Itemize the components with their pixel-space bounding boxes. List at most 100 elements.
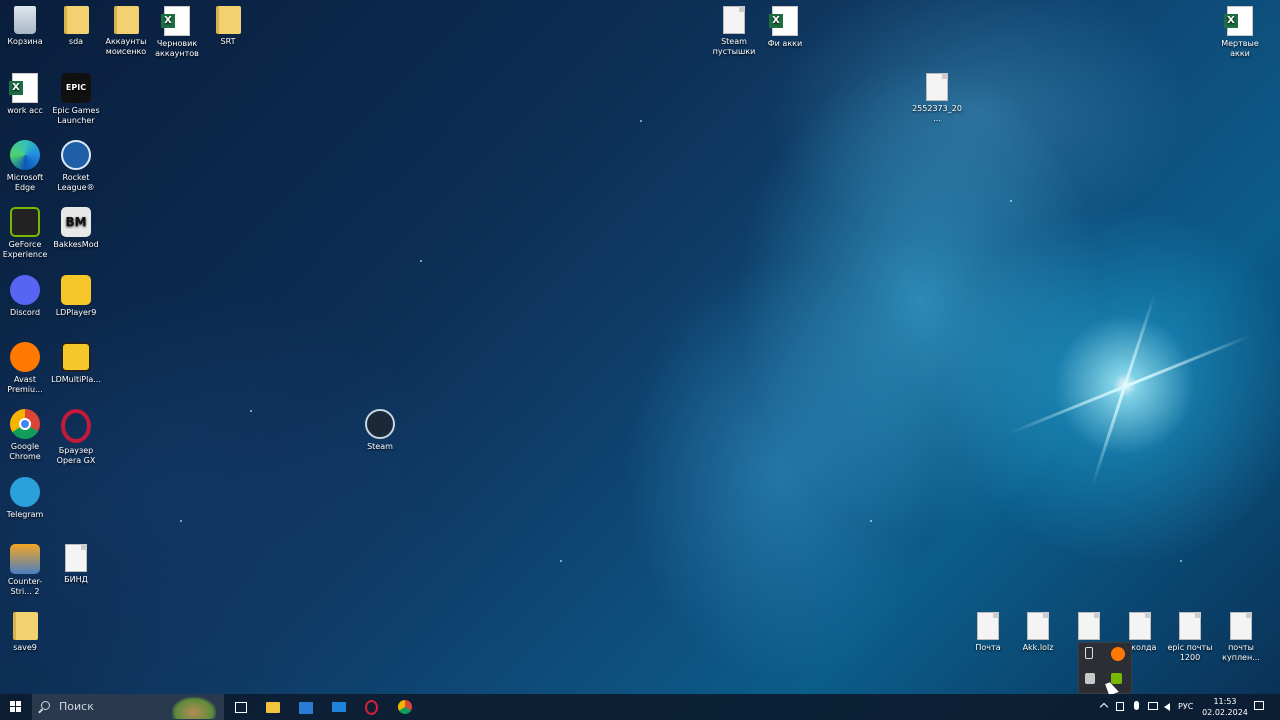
search-box[interactable]: Поиск	[32, 694, 224, 720]
desktop-icon-avast[interactable]: Avast Premiu...	[0, 342, 50, 395]
desktop-icon-dead-accs[interactable]: X Мертвые акки	[1215, 6, 1265, 59]
desktop-icon-edge[interactable]: Microsoft Edge	[0, 140, 50, 193]
document-icon	[1027, 612, 1049, 640]
document-icon	[1129, 612, 1151, 640]
excel-icon: X	[161, 6, 190, 36]
avast-icon	[10, 342, 40, 372]
star-flare	[1091, 294, 1156, 486]
desktop-icon-epic-mail[interactable]: epic почты 1200	[1165, 612, 1215, 663]
language-indicator[interactable]: РУС	[1178, 694, 1198, 720]
desktop-icon-mail-bought[interactable]: почты куплен...	[1216, 612, 1266, 663]
volume-button[interactable]	[1162, 694, 1176, 720]
volume-icon	[1164, 703, 1170, 711]
taskbar: Поиск РУС 11:53 02.02.2024	[0, 694, 1280, 720]
document-icon	[65, 544, 87, 572]
desktop-icon-ldplayer[interactable]: LDPlayer9	[51, 275, 101, 318]
telegram-icon	[10, 477, 40, 507]
epic-games-icon: EPIC	[61, 73, 91, 103]
chevron-up-icon	[1099, 702, 1109, 712]
file-explorer-icon	[266, 702, 280, 713]
start-button[interactable]	[0, 694, 32, 720]
document-icon	[926, 73, 948, 101]
chrome-icon	[398, 700, 412, 714]
geforce-icon	[10, 207, 40, 237]
opera-icon	[365, 700, 378, 715]
opera-gx-icon	[61, 409, 91, 443]
chrome-icon	[10, 409, 40, 439]
microsoft-store-button[interactable]	[290, 694, 322, 720]
usb-device-icon[interactable]	[1085, 647, 1093, 659]
desktop-icon-geforce[interactable]: GeForce Experience	[0, 207, 50, 260]
microphone-button[interactable]	[1130, 694, 1144, 720]
star-flare	[1008, 334, 1252, 435]
document-icon	[723, 6, 745, 34]
desktop-icon-bakkesmod[interactable]: BM BakkesMod	[51, 207, 101, 250]
ldplayer-icon	[61, 275, 91, 305]
task-view-icon	[235, 702, 247, 713]
tray-device-button[interactable]	[1114, 694, 1128, 720]
recycle-bin-icon	[14, 6, 36, 34]
desktop-icon-rocket-league[interactable]: Rocket League®	[51, 140, 101, 193]
document-icon	[1179, 612, 1201, 640]
folder-icon	[215, 6, 241, 34]
notification-icon	[1254, 701, 1264, 710]
desktop-icon-chrome[interactable]: Google Chrome	[0, 409, 50, 462]
ldmultiplayer-icon	[61, 342, 91, 372]
desktop-icon-ldmultiplayer[interactable]: LDMultiPla...	[51, 342, 101, 385]
device-icon	[1116, 702, 1124, 711]
desktop-icon-steam-desert[interactable]: Steam пустышки	[709, 6, 759, 57]
desktop-icon-recycle-bin[interactable]: Корзина	[0, 6, 50, 47]
document-icon	[1078, 612, 1100, 640]
show-hidden-icons-button[interactable]	[1098, 694, 1110, 720]
desktop-icon-srt[interactable]: SRT	[203, 6, 253, 47]
bakkesmod-icon: BM	[61, 207, 91, 237]
tray-overflow-flyout	[1078, 642, 1132, 694]
desktop-icon-pochta[interactable]: Почта	[963, 612, 1013, 653]
steam-icon	[365, 409, 395, 439]
folder-icon	[113, 6, 139, 34]
desktop-icon-epic-games[interactable]: EPIC Epic Games Launcher	[51, 73, 101, 126]
file-explorer-button[interactable]	[257, 694, 289, 720]
counter-strike-icon	[10, 544, 40, 574]
notifications-button[interactable]	[1250, 694, 1268, 720]
desktop-icon-accounts-moisenko[interactable]: Аккаунты моисенко	[101, 6, 151, 57]
desktop-icon-work-acc[interactable]: X work acc	[0, 73, 50, 116]
chrome-button[interactable]	[389, 694, 421, 720]
folder-icon	[12, 612, 38, 640]
desktop-icon-akk-lolz[interactable]: Akk.lolz	[1013, 612, 1063, 653]
mail-icon	[332, 702, 346, 712]
document-icon	[977, 612, 999, 640]
desktop-icon-file-2552373[interactable]: 2552373_20...	[912, 73, 962, 124]
microphone-icon	[1134, 701, 1139, 710]
search-highlight-icon	[172, 697, 216, 719]
network-button[interactable]	[1146, 694, 1160, 720]
security-tray-icon[interactable]	[1085, 673, 1095, 684]
desktop-icon-telegram[interactable]: Telegram	[0, 477, 50, 520]
desktop-icon-draft-accounts[interactable]: X Черновик аккаунтов	[152, 6, 202, 59]
desktop-icon-fi-akki[interactable]: X Фи акки	[760, 6, 810, 49]
excel-icon: X	[769, 6, 798, 36]
desktop-icon-save9[interactable]: save9	[0, 612, 50, 653]
avast-tray-icon[interactable]	[1111, 647, 1125, 661]
desktop-icon-opera-gx[interactable]: Браузер Opera GX	[51, 409, 101, 466]
task-view-button[interactable]	[224, 694, 256, 720]
search-icon	[41, 701, 50, 710]
windows-icon	[10, 701, 22, 713]
edge-icon	[10, 140, 40, 170]
network-icon	[1148, 702, 1158, 710]
document-icon	[1230, 612, 1252, 640]
rocket-league-icon	[61, 140, 91, 170]
opera-button[interactable]	[356, 694, 388, 720]
excel-icon: X	[1224, 6, 1253, 36]
discord-icon	[10, 275, 40, 305]
microsoft-store-icon	[299, 702, 313, 714]
clock[interactable]: 11:53 02.02.2024	[1196, 696, 1254, 718]
desktop-icon-steam[interactable]: Steam	[355, 409, 405, 452]
folder-icon	[63, 6, 89, 34]
desktop-icon-counter-strike[interactable]: Counter-Stri... 2	[0, 544, 50, 597]
mail-button[interactable]	[323, 694, 355, 720]
desktop-icon-discord[interactable]: Discord	[0, 275, 50, 318]
desktop-icon-bind[interactable]: БИНД	[51, 544, 101, 585]
excel-icon: X	[9, 73, 38, 103]
desktop-icon-sda[interactable]: sda	[51, 6, 101, 47]
